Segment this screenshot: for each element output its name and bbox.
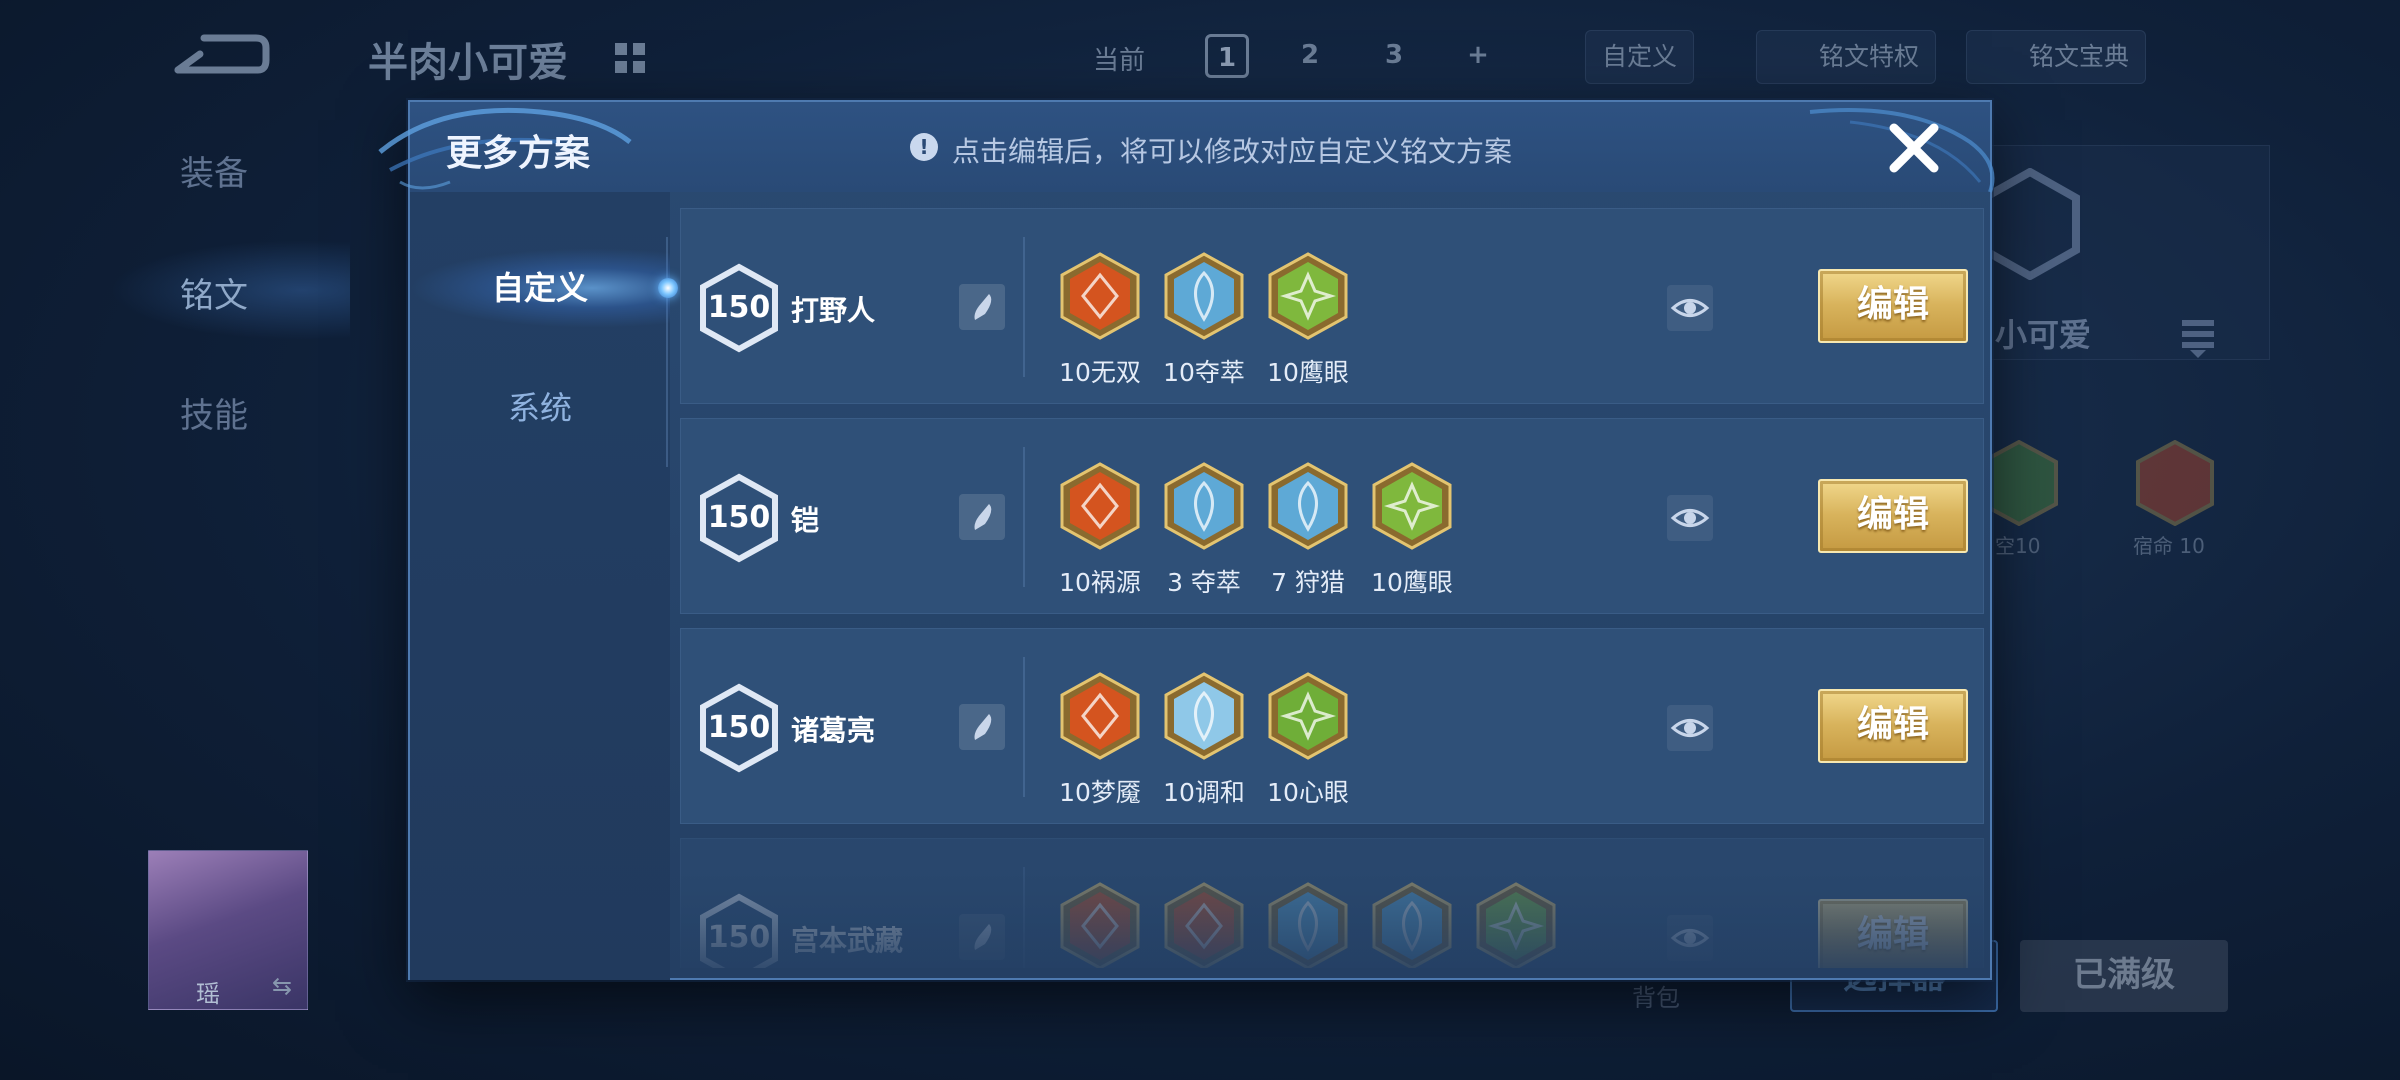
bag-label[interactable]: 背包 bbox=[1632, 978, 1680, 1013]
plan-name: 打野人 bbox=[791, 294, 876, 327]
tab-system[interactable]: 系统 bbox=[410, 368, 670, 448]
green-gem-icon[interactable] bbox=[1475, 881, 1557, 968]
red-gem-icon bbox=[2136, 440, 2214, 526]
edit-button[interactable]: 编辑 bbox=[1818, 899, 1968, 968]
rename-pen-icon[interactable] bbox=[959, 704, 1005, 750]
edit-button[interactable]: 编辑 bbox=[1818, 269, 1968, 343]
rename-pen-icon[interactable] bbox=[959, 284, 1005, 330]
hero-title: 半肉小可爱 bbox=[368, 40, 568, 86]
plan-name: 宫本武藏 bbox=[791, 924, 904, 957]
sidebar-item-skills[interactable]: 技能 bbox=[180, 388, 248, 437]
level-number: 150 bbox=[707, 290, 771, 325]
rune-guide-chip[interactable]: 铭文宝典 bbox=[1966, 30, 2147, 84]
rune-feature-label: 铭文特权 bbox=[1819, 42, 1920, 71]
preview-eye-icon[interactable] bbox=[1667, 915, 1713, 961]
gem-label: 10梦魇 bbox=[1059, 778, 1141, 807]
gem-label: 7 狩猎 bbox=[1271, 568, 1345, 597]
tab-custom[interactable]: 自定义 bbox=[410, 248, 670, 328]
page-2-button[interactable]: 2 bbox=[1288, 34, 1332, 78]
rename-pen-icon[interactable] bbox=[959, 914, 1005, 960]
sidebar-item-runes[interactable]: 铭文 bbox=[180, 268, 248, 317]
add-page-button[interactable]: + bbox=[1456, 34, 1500, 78]
red-gem-icon[interactable] bbox=[1059, 461, 1141, 551]
level-hex-icon: 150 bbox=[699, 893, 779, 968]
gem-label: 3 夺萃 bbox=[1167, 568, 1241, 597]
level-number: 150 bbox=[707, 920, 771, 955]
hint-text: 点击编辑后，将可以修改对应自定义铭文方案 bbox=[952, 135, 1513, 168]
blue-gem-icon[interactable] bbox=[1163, 671, 1245, 761]
edit-button[interactable]: 编辑 bbox=[1818, 689, 1968, 763]
level-number: 150 bbox=[707, 710, 771, 745]
close-icon[interactable] bbox=[1882, 116, 1946, 180]
swap-icon[interactable]: ⇆ bbox=[272, 972, 292, 1000]
modal-title: 更多方案 bbox=[446, 133, 591, 174]
page-3-button[interactable]: 3 bbox=[1372, 34, 1416, 78]
gem-label: 10夺萃 bbox=[1163, 358, 1245, 387]
row-divider bbox=[1023, 447, 1025, 587]
level-hex-icon: 150 bbox=[699, 263, 779, 353]
green-gem-icon[interactable] bbox=[1267, 671, 1349, 761]
gem-label: 10心眼 bbox=[1267, 778, 1349, 807]
grid-icon[interactable] bbox=[612, 40, 648, 76]
sidebar-item-equipment[interactable]: 装备 bbox=[180, 146, 248, 195]
preview-eye-icon[interactable] bbox=[1667, 705, 1713, 751]
current-page-label: 当前 bbox=[1093, 46, 1146, 76]
blue-gem-icon[interactable] bbox=[1163, 251, 1245, 341]
active-tab-indicator-icon bbox=[658, 278, 678, 298]
green-gem-icon[interactable] bbox=[1267, 251, 1349, 341]
red-gem-icon[interactable] bbox=[1059, 671, 1141, 761]
more-plans-modal: 更多方案 ! 点击编辑后，将可以修改对应自定义铭文方案 自定义 系统 150 打野… bbox=[378, 100, 1995, 980]
row-divider bbox=[1023, 657, 1025, 797]
plan-row: 150 诸葛亮 10梦魇 10调和 10心眼 编辑 bbox=[680, 628, 1984, 824]
level-hex-icon: 150 bbox=[699, 473, 779, 563]
edit-button[interactable]: 编辑 bbox=[1818, 479, 1968, 553]
plan-row: 150 打野人 10无双 10夺萃 10鹰眼 编辑 bbox=[680, 208, 1984, 404]
info-icon: ! bbox=[910, 133, 938, 161]
level-hex-icon: 150 bbox=[699, 683, 779, 773]
gem-label: 10鹰眼 bbox=[1267, 358, 1349, 387]
max-level-button[interactable]: 已满级 bbox=[2020, 940, 2228, 1012]
plan-name: 铠 bbox=[791, 504, 820, 537]
preview-eye-icon[interactable] bbox=[1667, 285, 1713, 331]
row-divider bbox=[1023, 867, 1025, 968]
modal-header: 更多方案 ! 点击编辑后，将可以修改对应自定义铭文方案 bbox=[378, 102, 1995, 193]
plan-list[interactable]: 150 打野人 10无双 10夺萃 10鹰眼 编辑 150 铠 10祸源 3 夺萃 7 狩猎 10鹰眼… bbox=[680, 208, 1984, 968]
rune-feature-chip[interactable]: 铭文特权 bbox=[1756, 30, 1937, 84]
level-number: 150 bbox=[707, 500, 771, 535]
rune-guide-label: 铭文宝典 bbox=[2029, 42, 2130, 71]
red-gem-icon[interactable] bbox=[1059, 251, 1141, 341]
gem-label: 10鹰眼 bbox=[1371, 568, 1453, 597]
preview-eye-icon[interactable] bbox=[1667, 495, 1713, 541]
blue-gem-icon[interactable] bbox=[1371, 881, 1453, 968]
blue-gem-icon[interactable] bbox=[1267, 461, 1349, 551]
back-arrow-icon[interactable] bbox=[170, 30, 270, 80]
summary-name: 小可爱 bbox=[1995, 316, 2092, 354]
plan-row: 150 宫本武藏 编辑 bbox=[680, 838, 1984, 968]
gem-label: 10调和 bbox=[1163, 778, 1245, 807]
plan-name: 诸葛亮 bbox=[791, 714, 876, 747]
avatar-name: 瑶 bbox=[196, 980, 220, 1008]
plan-row: 150 铠 10祸源 3 夺萃 7 狩猎 10鹰眼 编辑 bbox=[680, 418, 1984, 614]
red-gem-icon[interactable] bbox=[1163, 881, 1245, 968]
summary-gem-label: 空10 bbox=[1995, 534, 2041, 558]
gem-label: 10祸源 bbox=[1059, 568, 1141, 597]
red-gem-icon[interactable] bbox=[1059, 881, 1141, 968]
custom-chip[interactable]: 自定义 bbox=[1585, 30, 1695, 84]
gem-label: 10无双 bbox=[1059, 358, 1141, 387]
summary-gem-label: 宿命 10 bbox=[2133, 534, 2205, 558]
menu-icon[interactable] bbox=[2180, 316, 2216, 360]
blue-gem-icon[interactable] bbox=[1163, 461, 1245, 551]
green-gem-icon[interactable] bbox=[1371, 461, 1453, 551]
page-1-button[interactable]: 1 bbox=[1205, 34, 1249, 78]
rename-pen-icon[interactable] bbox=[959, 494, 1005, 540]
blue-gem-icon[interactable] bbox=[1267, 881, 1349, 968]
row-divider bbox=[1023, 237, 1025, 377]
